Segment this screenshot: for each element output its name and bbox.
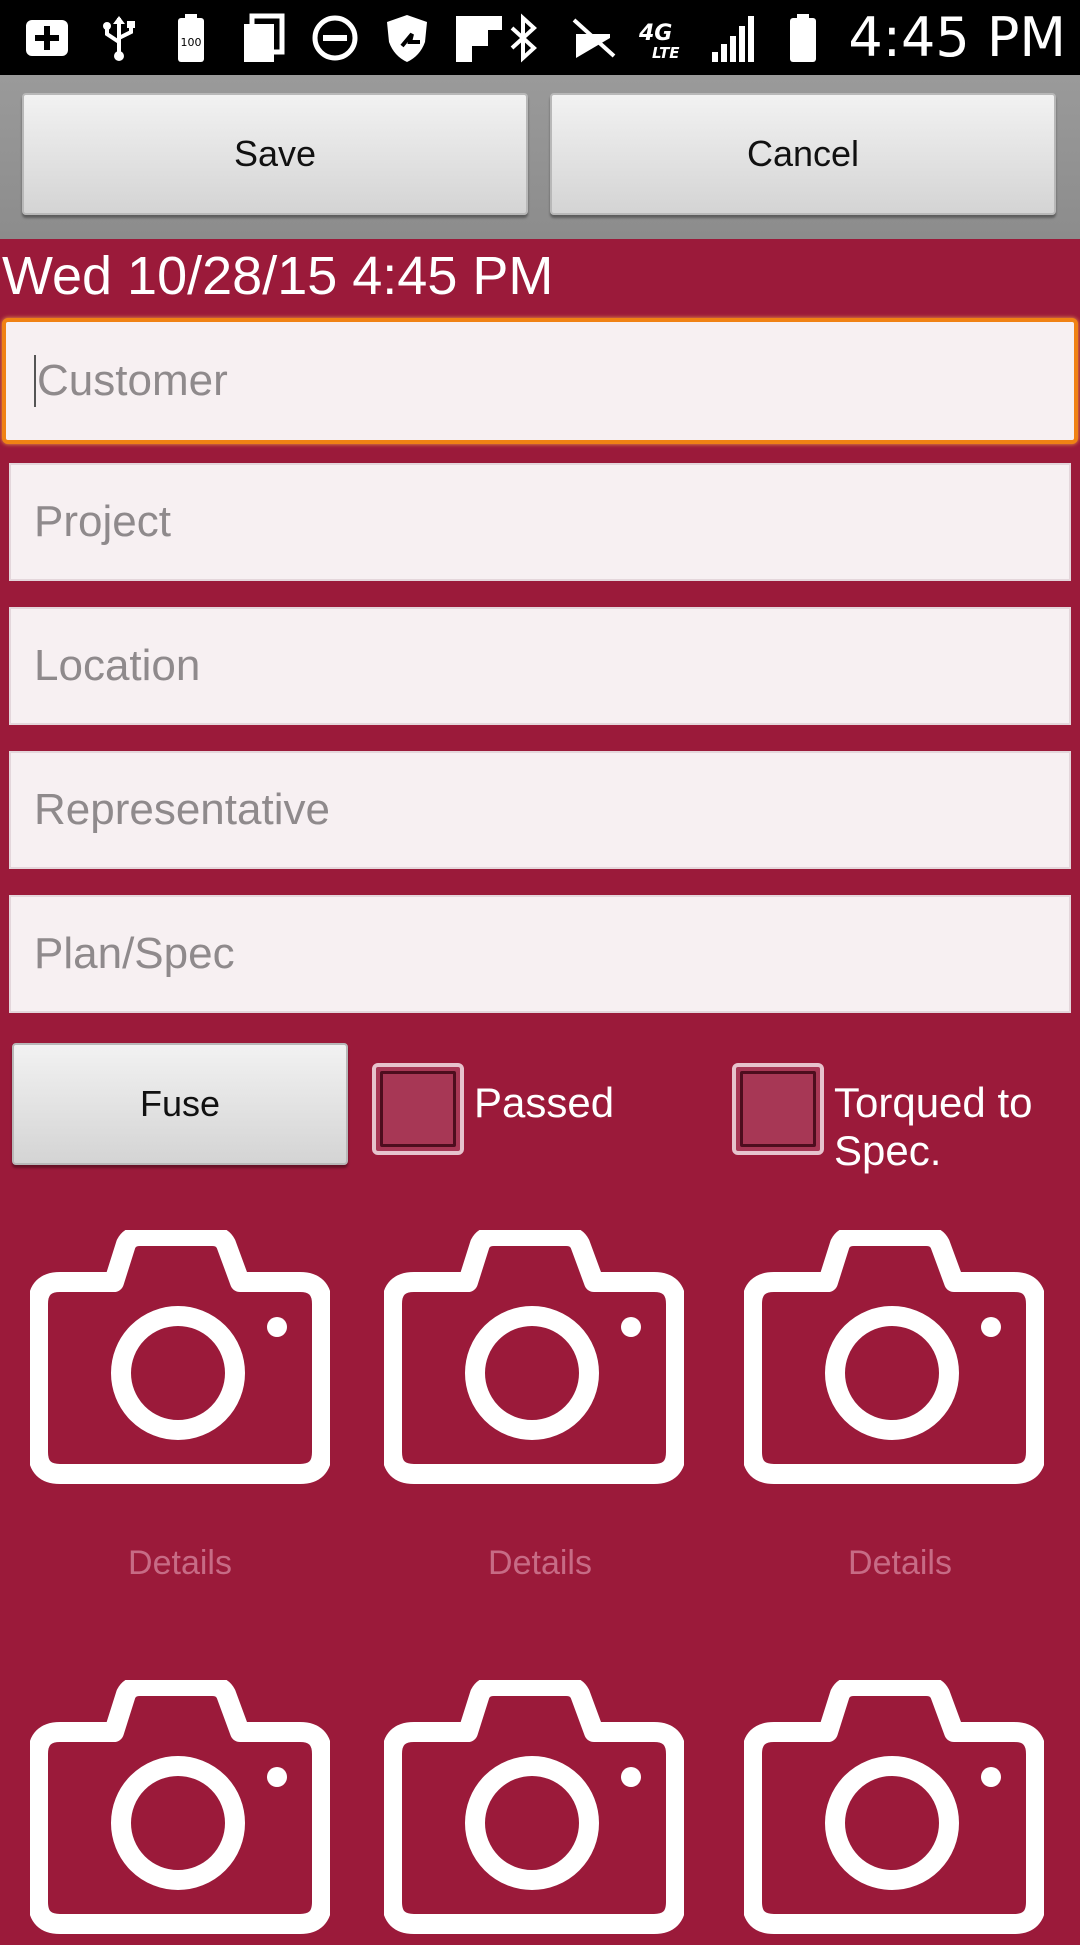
camera-icon[interactable] [382, 1676, 686, 1940]
signal-icon [708, 12, 758, 64]
usb-icon [94, 12, 144, 64]
svg-text:4G: 4G [638, 21, 672, 46]
plan-spec-field[interactable]: Plan/Spec [9, 895, 1071, 1013]
passed-checkbox[interactable] [372, 1063, 464, 1155]
camera-icon[interactable] [382, 1226, 686, 1490]
status-time: 4:45 PM [848, 6, 1066, 69]
details-link[interactable]: Details [390, 1544, 690, 1583]
location-field[interactable]: Location [9, 607, 1071, 725]
4g-lte-icon: 4G LTE [638, 12, 688, 64]
cancel-button[interactable]: Cancel [550, 93, 1056, 215]
current-datetime: Wed 10/28/15 4:45 PM [2, 246, 554, 306]
flipboard-icon [454, 12, 504, 64]
status-bar-system: 4G LTE 4:45 PM [498, 0, 1066, 75]
location-placeholder: Location [34, 641, 201, 690]
do-not-disturb-icon [310, 12, 360, 64]
project-field[interactable]: Project [9, 463, 1071, 581]
camera-icon[interactable] [742, 1676, 1046, 1940]
battery-level-label: 100 [181, 36, 202, 49]
torqued-label-line2: Spec. [834, 1127, 942, 1174]
camera-icon[interactable] [28, 1226, 332, 1490]
battery-icon [778, 12, 828, 64]
torqued-to-spec-label: Torqued to Spec. [834, 1079, 1032, 1175]
svg-text:LTE: LTE [652, 44, 680, 62]
shield-icon [382, 12, 432, 64]
representative-placeholder: Representative [34, 785, 330, 834]
action-bar: Save Cancel [0, 75, 1080, 239]
status-bar-notifications: 100 [22, 9, 504, 67]
representative-field[interactable]: Representative [9, 751, 1071, 869]
details-link[interactable]: Details [30, 1544, 330, 1583]
details-link[interactable]: Details [750, 1544, 1050, 1583]
customer-field[interactable]: Customer [2, 318, 1078, 444]
customer-placeholder: Customer [37, 356, 228, 405]
status-bar: 100 4G LTE 4:45 PM [0, 0, 1080, 75]
passed-label: Passed [474, 1079, 615, 1126]
text-cursor [34, 355, 36, 407]
save-button[interactable]: Save [22, 93, 528, 215]
camera-icon[interactable] [28, 1676, 332, 1940]
add-icon [22, 12, 72, 64]
battery-100-icon: 100 [166, 12, 216, 64]
copy-icon [238, 12, 288, 64]
vibrate-off-icon [568, 12, 618, 64]
bluetooth-icon [498, 12, 548, 64]
torqued-to-spec-checkbox[interactable] [732, 1063, 824, 1155]
plan-spec-placeholder: Plan/Spec [34, 929, 235, 978]
project-placeholder: Project [34, 497, 171, 546]
camera-icon[interactable] [742, 1226, 1046, 1490]
fuse-button[interactable]: Fuse [12, 1043, 348, 1165]
torqued-label-line1: Torqued to [834, 1079, 1033, 1126]
